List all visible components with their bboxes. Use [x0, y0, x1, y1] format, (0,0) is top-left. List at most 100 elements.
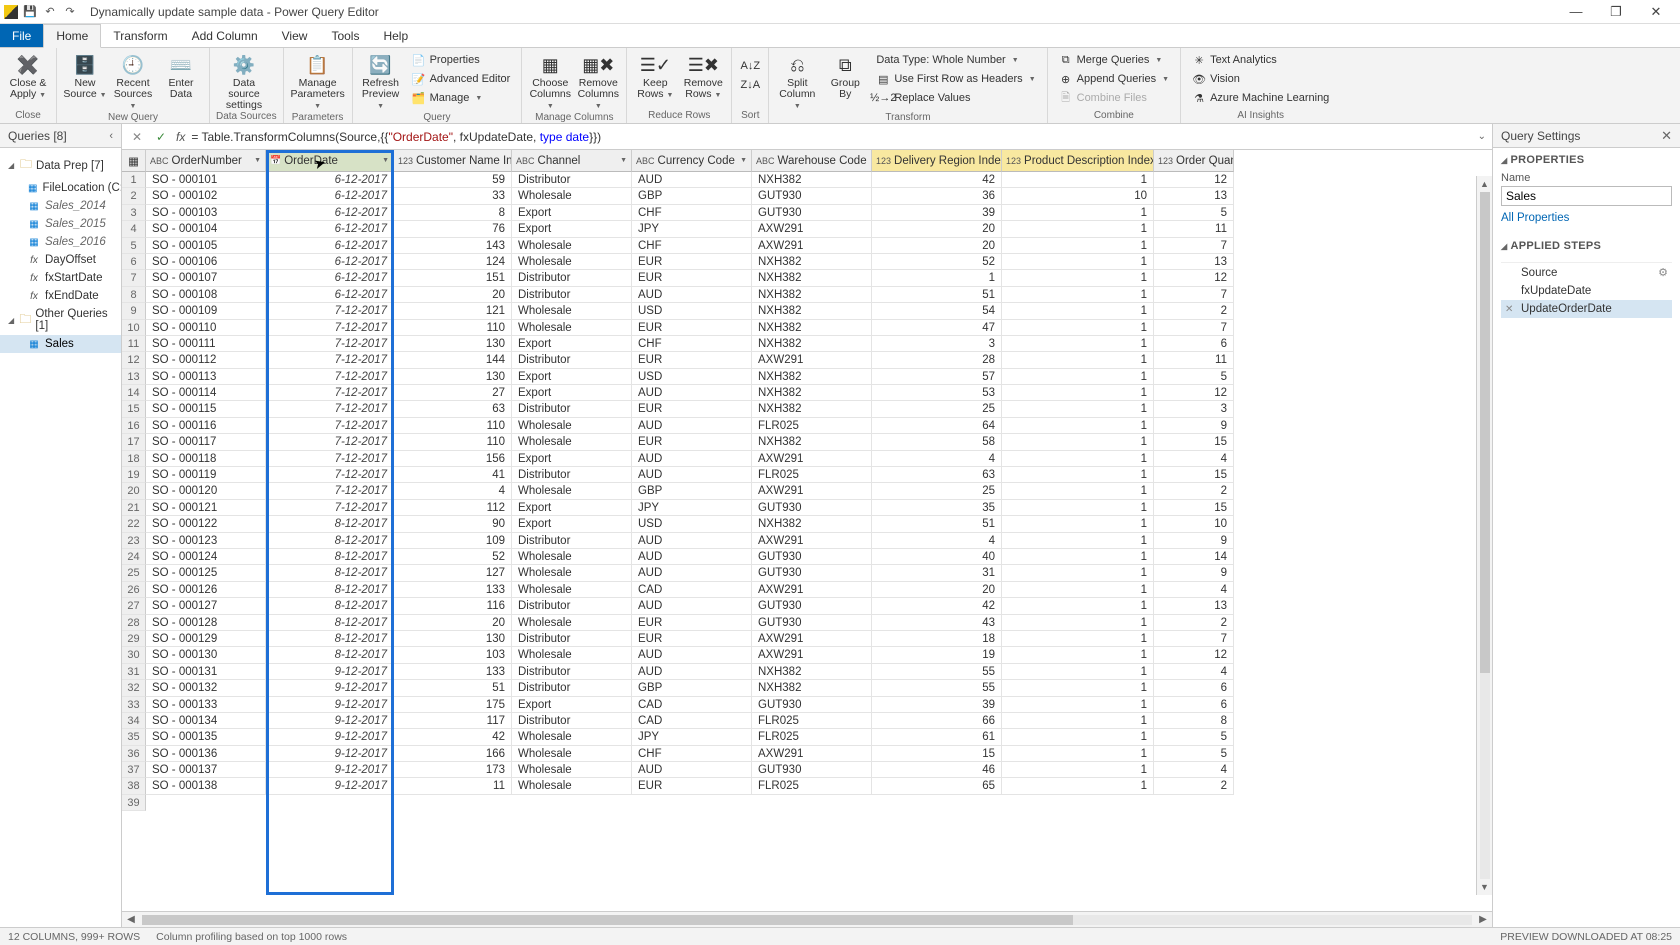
cell[interactable]: 52	[394, 549, 512, 565]
cell[interactable]: NXH382	[752, 254, 872, 270]
cell[interactable]: 55	[872, 664, 1002, 680]
cell[interactable]: Wholesale	[512, 582, 632, 598]
cell[interactable]: 1	[1002, 205, 1154, 221]
cell[interactable]: AXW291	[752, 238, 872, 254]
cell[interactable]: 5	[1154, 746, 1234, 762]
cell[interactable]: USD	[632, 369, 752, 385]
cell[interactable]: 8-12-2017	[266, 631, 394, 647]
cell[interactable]: 8-12-2017	[266, 647, 394, 663]
cell[interactable]: 11	[1154, 221, 1234, 237]
cell[interactable]: SO - 000134	[146, 713, 266, 729]
tab-home[interactable]: Home	[43, 24, 101, 48]
cell[interactable]: 11	[1154, 352, 1234, 368]
cell[interactable]: 9-12-2017	[266, 729, 394, 745]
sort-asc-button[interactable]: A↓Z	[738, 57, 762, 75]
cell[interactable]: 9-12-2017	[266, 713, 394, 729]
cell[interactable]: NXH382	[752, 385, 872, 401]
cell[interactable]: 8-12-2017	[266, 533, 394, 549]
cell[interactable]: 1	[1002, 762, 1154, 778]
cell[interactable]: 110	[394, 320, 512, 336]
tab-file[interactable]: File	[0, 24, 43, 47]
row-number[interactable]: 36	[122, 746, 146, 762]
cell[interactable]: 2	[1154, 778, 1234, 794]
cell[interactable]: 8-12-2017	[266, 598, 394, 614]
cell[interactable]: Wholesale	[512, 320, 632, 336]
cell[interactable]: SO - 000104	[146, 221, 266, 237]
cell[interactable]: 173	[394, 762, 512, 778]
query-item[interactable]: ▦Sales_2014	[0, 197, 121, 215]
cell[interactable]: Distributor	[512, 352, 632, 368]
enter-data-button[interactable]: ⌨️Enter Data	[159, 51, 203, 100]
cell[interactable]: 9	[1154, 565, 1234, 581]
column-header[interactable]: 123Customer Name Index▼	[394, 150, 512, 172]
cell[interactable]: 63	[394, 401, 512, 417]
cell[interactable]: 1	[1002, 418, 1154, 434]
cell[interactable]: CHF	[632, 336, 752, 352]
cell[interactable]: 109	[394, 533, 512, 549]
cell[interactable]: SO - 000103	[146, 205, 266, 221]
remove-rows-button[interactable]: ☰✖Remove Rows ▼	[681, 51, 725, 101]
cell[interactable]: AXW291	[752, 451, 872, 467]
split-column-button[interactable]: ⎌Split Column ▼	[775, 51, 819, 112]
cell[interactable]: SO - 000110	[146, 320, 266, 336]
row-number[interactable]: 34	[122, 713, 146, 729]
cell[interactable]: SO - 000112	[146, 352, 266, 368]
cell[interactable]: AUD	[632, 467, 752, 483]
row-number[interactable]: 14	[122, 385, 146, 401]
data-grid[interactable]: ▦ABCOrderNumber▼📅OrderDate▼123Customer N…	[122, 150, 1492, 811]
cell[interactable]: 10	[1154, 516, 1234, 532]
cell[interactable]: 3	[1154, 401, 1234, 417]
cell[interactable]: SO - 000123	[146, 533, 266, 549]
cell[interactable]: 7-12-2017	[266, 352, 394, 368]
remove-columns-button[interactable]: ▦✖Remove Columns ▼	[576, 51, 620, 112]
cell[interactable]: 11	[394, 778, 512, 794]
cell[interactable]: AXW291	[752, 483, 872, 499]
cell[interactable]: GUT930	[752, 500, 872, 516]
cell[interactable]: 7-12-2017	[266, 434, 394, 450]
cell[interactable]: 14	[1154, 549, 1234, 565]
cell[interactable]: 8-12-2017	[266, 549, 394, 565]
cell[interactable]: Wholesale	[512, 238, 632, 254]
cell[interactable]: SO - 000130	[146, 647, 266, 663]
cell[interactable]: 8-12-2017	[266, 565, 394, 581]
cell[interactable]: 1	[1002, 434, 1154, 450]
cell[interactable]: 8-12-2017	[266, 582, 394, 598]
cell[interactable]: 7-12-2017	[266, 320, 394, 336]
cell[interactable]: 1	[1002, 533, 1154, 549]
cell[interactable]: AXW291	[752, 746, 872, 762]
query-group[interactable]: ◢🗀Other Queries [1]	[0, 305, 121, 335]
cell[interactable]: Distributor	[512, 533, 632, 549]
close-settings-icon[interactable]: ✕	[1661, 128, 1672, 144]
row-number[interactable]: 29	[122, 631, 146, 647]
column-header[interactable]: 123Product Description Index▼	[1002, 150, 1154, 172]
cell[interactable]: Distributor	[512, 680, 632, 696]
cell[interactable]: 33	[394, 188, 512, 204]
cell[interactable]: AUD	[632, 418, 752, 434]
cell[interactable]: 4	[1154, 582, 1234, 598]
cell[interactable]: 7-12-2017	[266, 401, 394, 417]
cell[interactable]: Wholesale	[512, 778, 632, 794]
cell[interactable]: Export	[512, 500, 632, 516]
cell[interactable]: SO - 000113	[146, 369, 266, 385]
cell[interactable]: Wholesale	[512, 549, 632, 565]
cell[interactable]: 7	[1154, 238, 1234, 254]
cell[interactable]: 110	[394, 418, 512, 434]
cell[interactable]: JPY	[632, 500, 752, 516]
cell[interactable]: Export	[512, 369, 632, 385]
cell[interactable]: 133	[394, 582, 512, 598]
row-number[interactable]: 19	[122, 467, 146, 483]
cell[interactable]: GUT930	[752, 615, 872, 631]
cell[interactable]: 1	[1002, 467, 1154, 483]
cell[interactable]: 5	[1154, 729, 1234, 745]
tab-help[interactable]: Help	[371, 24, 420, 47]
cell[interactable]: Distributor	[512, 664, 632, 680]
column-header[interactable]: ABCWarehouse Code▼	[752, 150, 872, 172]
cell[interactable]: SO - 000102	[146, 188, 266, 204]
cell[interactable]: NXH382	[752, 287, 872, 303]
cell[interactable]: 6-12-2017	[266, 254, 394, 270]
cell[interactable]: 51	[872, 287, 1002, 303]
cell[interactable]: 1	[1002, 352, 1154, 368]
cell[interactable]: 133	[394, 664, 512, 680]
cell[interactable]: 27	[394, 385, 512, 401]
cell[interactable]: Wholesale	[512, 746, 632, 762]
